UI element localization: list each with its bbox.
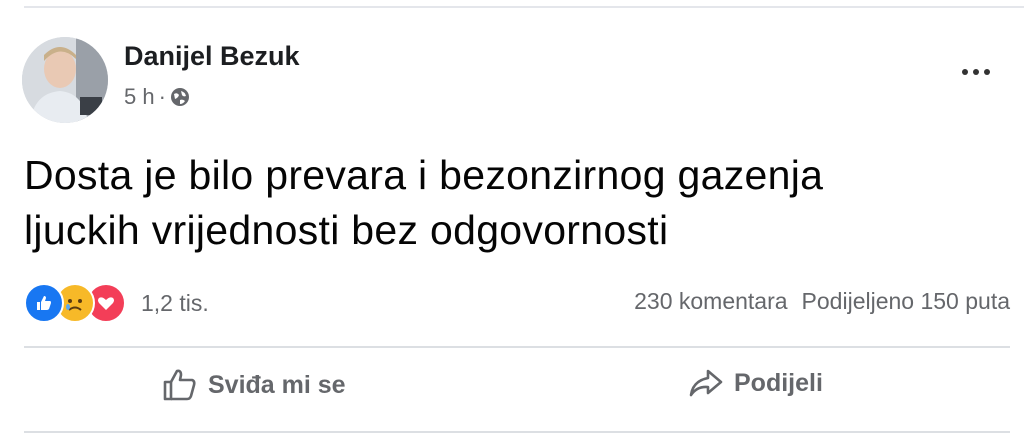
more-options-button[interactable]: [958, 60, 994, 84]
post-stats: 230 komentara Podijeljeno 150 puta: [634, 288, 1010, 315]
dot-icon: [984, 69, 990, 75]
like-button[interactable]: Sviđa mi se: [162, 368, 346, 402]
post-time[interactable]: 5 h: [124, 84, 155, 110]
dot-icon: [962, 69, 968, 75]
actions-bottom-divider: [24, 431, 1010, 433]
author-name[interactable]: Danijel Bezuk: [124, 41, 300, 72]
post-text-line: ljuckih vrijednosti bez odgovornosti: [24, 207, 669, 253]
share-button[interactable]: Podijeli: [688, 368, 823, 398]
actions-top-divider: [24, 346, 1010, 348]
reactions-summary[interactable]: 1,2 tis.: [24, 283, 209, 323]
thumbs-up-icon: [163, 369, 196, 401]
reaction-count: 1,2 tis.: [141, 289, 209, 316]
share-button-label: Podijeli: [734, 368, 823, 397]
top-divider: [24, 6, 1024, 8]
avatar-photo: [22, 37, 108, 123]
share-arrow-icon: [689, 369, 723, 397]
like-button-label: Sviđa mi se: [208, 370, 346, 399]
post-meta: 5 h ·: [124, 84, 190, 110]
avatar[interactable]: [22, 37, 108, 123]
post-text-line: Dosta je bilo prevara i bezonzirnog gaze…: [24, 152, 824, 198]
meta-separator: ·: [158, 84, 166, 109]
globe-icon: [170, 88, 189, 106]
like-reaction-icon: [24, 283, 64, 323]
dot-icon: [973, 69, 979, 75]
comments-count-link[interactable]: 230 komentara: [634, 288, 787, 315]
post-text: Dosta je bilo prevara i bezonzirnog gaze…: [24, 148, 1014, 258]
shares-count-link[interactable]: Podijeljeno 150 puta: [802, 288, 1010, 315]
